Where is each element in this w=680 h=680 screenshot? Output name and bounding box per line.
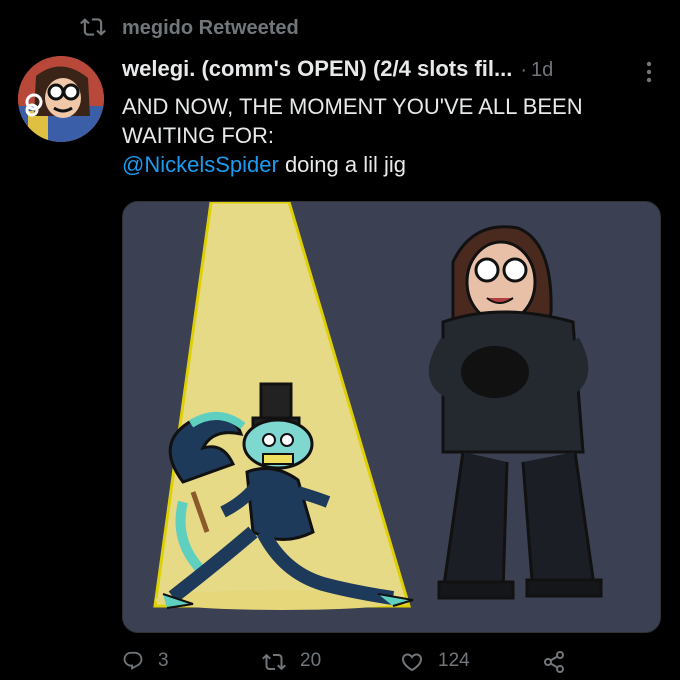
more-icon[interactable] (646, 60, 652, 84)
retweet-banner: megido Retweeted (0, 14, 680, 42)
tweet-text-line-1: AND NOW, THE MOMENT YOU'VE ALL BEEN (122, 94, 583, 119)
like-button[interactable]: 124 (400, 650, 470, 680)
retweet-count: 20 (300, 650, 322, 671)
time-separator: · (520, 59, 527, 81)
tweet-time[interactable]: 1d (531, 59, 553, 81)
avatar-image (18, 56, 104, 142)
like-count: 124 (438, 650, 470, 671)
share-icon (544, 651, 564, 673)
author-name[interactable]: welegi. (comm's OPEN) (2/4 slots fil... (122, 56, 512, 81)
tweet-text-line-2: WAITING FOR: (122, 123, 274, 148)
woman-character (428, 225, 603, 600)
retweet-button[interactable]: 20 (262, 650, 321, 680)
retweeted-by-text[interactable]: megido Retweeted (122, 17, 299, 40)
avatar[interactable] (18, 56, 104, 142)
tweet-actions: 3 20 124 (122, 650, 662, 680)
tweet-text-line-3: @NickelsSpider doing a lil jig (122, 150, 662, 179)
tweet-text-suffix: doing a lil jig (278, 152, 407, 177)
heart-icon (401, 653, 423, 672)
reply-count: 3 (158, 650, 169, 671)
artwork-image (153, 202, 603, 610)
tweet-header: welegi. (comm's OPEN) (2/4 slots fil... ·… (122, 56, 670, 88)
retweet-icon (80, 18, 106, 36)
retweet-icon (262, 653, 286, 671)
reply-button[interactable]: 3 (122, 650, 169, 680)
mention-link[interactable]: @NickelsSpider (122, 152, 279, 177)
tweet-text: AND NOW, THE MOMENT YOU'VE ALL BEEN WAIT… (122, 92, 662, 179)
share-button[interactable] (542, 650, 580, 680)
tweet-media[interactable] (122, 201, 661, 633)
reply-icon (123, 651, 143, 670)
